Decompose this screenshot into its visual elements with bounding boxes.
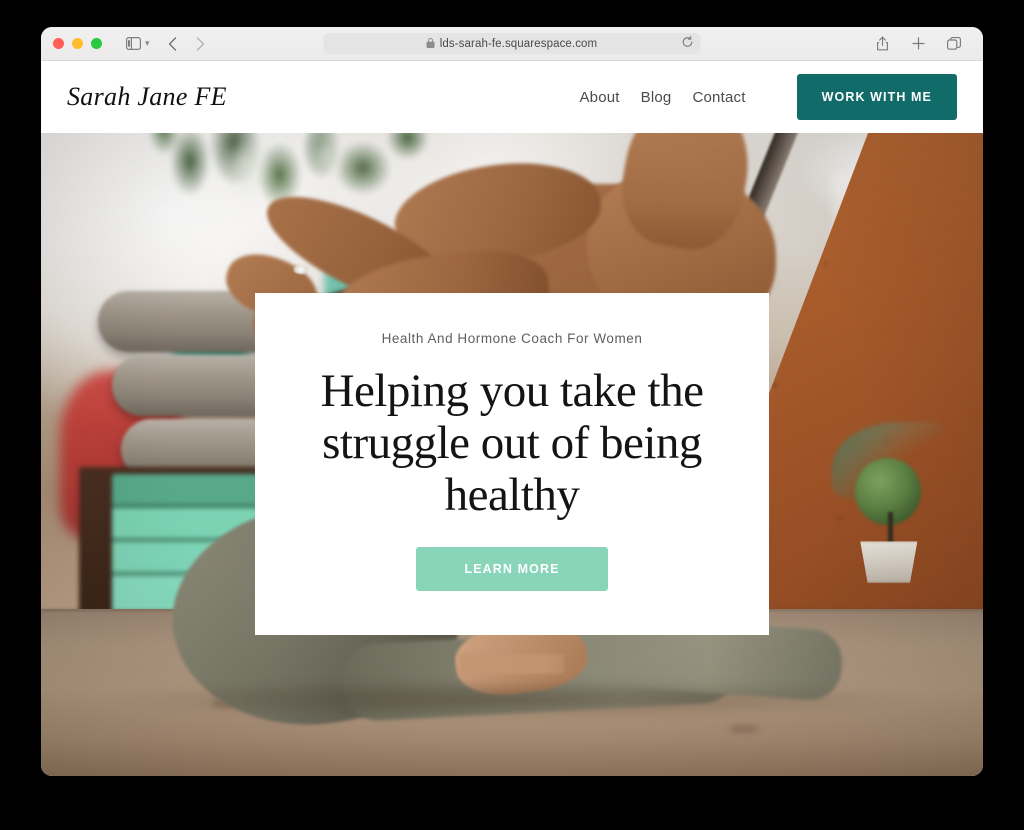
hero-section: Health And Hormone Coach For Women Helpi… — [41, 133, 983, 776]
hero-eyebrow-text: Health And Hormone Coach For Women — [381, 331, 643, 346]
browser-toolbar: ▾ lds-sarah-fe.squarespace.com — [41, 27, 983, 61]
zoom-window-button[interactable] — [91, 38, 102, 49]
hero-heading: Helping you take the struggle out of bei… — [320, 365, 704, 521]
window-traffic-lights — [53, 38, 102, 49]
url-text: lds-sarah-fe.squarespace.com — [439, 37, 598, 50]
chevron-down-icon[interactable]: ▾ — [145, 38, 150, 49]
site-navigation: About Blog Contact WORK WITH ME — [579, 74, 957, 120]
site-logo[interactable]: Sarah Jane FE — [67, 82, 227, 112]
hero-content-card: Health And Hormone Coach For Women Helpi… — [255, 293, 769, 635]
site-header: Sarah Jane FE About Blog Contact WORK WI… — [41, 61, 983, 133]
nav-item-blog[interactable]: Blog — [641, 89, 672, 106]
reload-icon[interactable] — [682, 35, 694, 53]
nav-item-about[interactable]: About — [579, 89, 619, 106]
share-icon[interactable] — [869, 32, 895, 56]
back-button[interactable] — [160, 32, 186, 56]
address-bar[interactable]: lds-sarah-fe.squarespace.com — [323, 33, 701, 54]
close-window-button[interactable] — [53, 38, 64, 49]
plus-icon[interactable] — [905, 32, 931, 56]
tab-overview-icon[interactable] — [941, 32, 967, 56]
browser-window: ▾ lds-sarah-fe.squarespace.com Sarah Jan… — [41, 27, 983, 776]
sidebar-controls: ▾ — [120, 32, 150, 56]
minimize-window-button[interactable] — [72, 38, 83, 49]
nav-item-contact[interactable]: Contact — [692, 89, 745, 106]
toolbar-right-actions — [869, 32, 971, 56]
learn-more-button[interactable]: LEARN MORE — [416, 547, 608, 591]
work-with-me-button[interactable]: WORK WITH ME — [796, 74, 957, 120]
navigation-controls — [160, 32, 214, 56]
forward-button[interactable] — [188, 32, 214, 56]
sidebar-icon[interactable] — [120, 32, 146, 56]
lock-icon — [426, 35, 435, 53]
